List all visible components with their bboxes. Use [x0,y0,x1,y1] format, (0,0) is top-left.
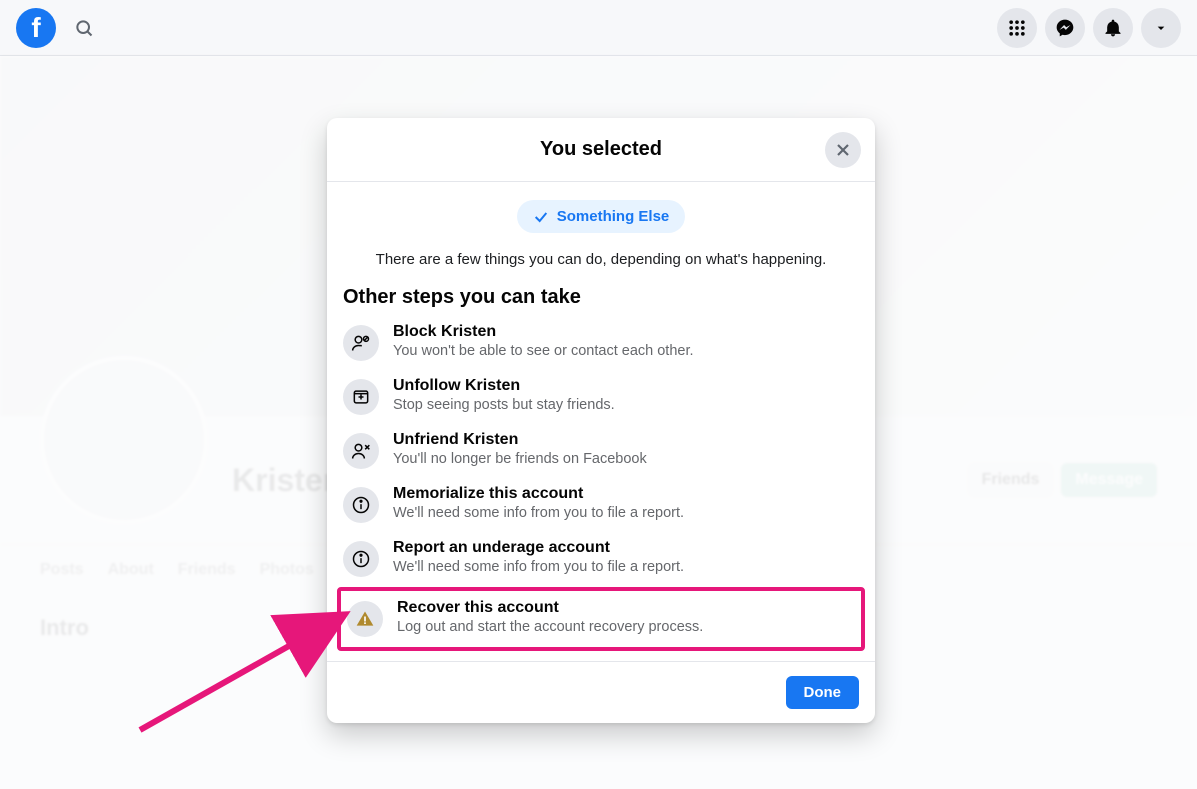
account-button[interactable] [1141,8,1181,48]
you-selected-dialog: You selected Something Else There are a … [327,118,875,723]
dialog-header: You selected [327,118,875,182]
done-label: Done [804,684,842,701]
info-icon [343,487,379,523]
selected-reason-pill[interactable]: Something Else [517,200,686,233]
step-text: Unfriend Kristen You'll no longer be fri… [393,431,647,467]
step-title: Report an underage account [393,539,684,557]
step-text: Block Kristen You won't be able to see o… [393,323,694,359]
dialog-footer: Done [327,661,875,723]
grid-icon [1007,18,1027,38]
instruction-text: There are a few things you can do, depen… [343,245,859,286]
step-desc: We'll need some info from you to file a … [393,505,684,521]
step-desc: You won't be able to see or contact each… [393,343,694,359]
facebook-logo-letter: f [31,12,40,44]
step-text: Memorialize this account We'll need some… [393,485,684,521]
step-desc: Stop seeing posts but stay friends. [393,397,615,413]
done-button[interactable]: Done [786,676,860,709]
header-right [997,8,1181,48]
step-title: Unfriend Kristen [393,431,647,449]
step-recover-account[interactable]: Recover this account Log out and start t… [347,595,855,641]
unfriend-icon [343,433,379,469]
step-report-underage[interactable]: Report an underage account We'll need so… [343,531,859,585]
step-title: Recover this account [397,599,703,617]
other-steps-heading: Other steps you can take [343,286,859,315]
block-user-icon [343,325,379,361]
step-unfollow[interactable]: Unfollow Kristen Stop seeing posts but s… [343,369,859,423]
step-desc: We'll need some info from you to file a … [393,559,684,575]
step-block[interactable]: Block Kristen You won't be able to see o… [343,315,859,369]
menu-button[interactable] [997,8,1037,48]
selected-reason-row: Something Else [343,192,859,245]
step-memorialize[interactable]: Memorialize this account We'll need some… [343,477,859,531]
messenger-icon [1055,18,1075,38]
step-title: Block Kristen [393,323,694,341]
close-button[interactable] [825,132,861,168]
dialog-title: You selected [540,138,662,161]
search-button[interactable] [64,8,104,48]
facebook-logo[interactable]: f [16,8,56,48]
annotation-highlight: Recover this account Log out and start t… [337,587,865,651]
search-icon [74,18,94,38]
dialog-body: Something Else There are a few things yo… [327,182,875,661]
step-text: Report an underage account We'll need so… [393,539,684,575]
info-icon [343,541,379,577]
step-unfriend[interactable]: Unfriend Kristen You'll no longer be fri… [343,423,859,477]
messenger-button[interactable] [1045,8,1085,48]
step-title: Memorialize this account [393,485,684,503]
close-icon [833,140,853,160]
bell-icon [1103,18,1123,38]
step-desc: Log out and start the account recovery p… [397,619,703,635]
step-title: Unfollow Kristen [393,377,615,395]
check-icon [533,209,549,225]
top-header: f [0,0,1197,56]
caret-down-icon [1153,20,1169,36]
step-desc: You'll no longer be friends on Facebook [393,451,647,467]
warning-icon [347,601,383,637]
step-text: Unfollow Kristen Stop seeing posts but s… [393,377,615,413]
notifications-button[interactable] [1093,8,1133,48]
header-left: f [16,8,104,48]
step-text: Recover this account Log out and start t… [397,599,703,635]
selected-reason-label: Something Else [557,208,670,225]
unfollow-icon [343,379,379,415]
